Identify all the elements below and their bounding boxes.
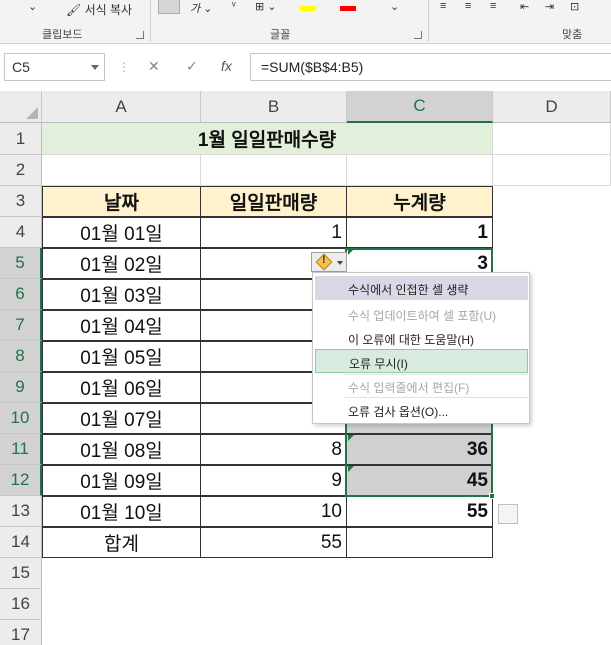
clipboard-launcher-icon[interactable]	[136, 31, 144, 39]
total-label-cell[interactable]: 합계	[42, 527, 201, 558]
phonetic-button[interactable]: ⌄	[390, 0, 399, 13]
cell-d2[interactable]	[493, 155, 611, 186]
select-all-corner[interactable]	[0, 91, 42, 123]
underline-button[interactable]: 가 ⌄	[190, 0, 212, 16]
row-header-7[interactable]: 7	[0, 310, 42, 341]
format-painter-button[interactable]: 🖌 서식 복사	[66, 1, 132, 18]
header-date[interactable]: 날짜	[42, 186, 201, 217]
cell-c14[interactable]	[346, 527, 493, 558]
menu-item-update-formula[interactable]: 수식 업데이트하여 셀 포함(U)	[315, 302, 528, 326]
date-cell[interactable]: 01월 01일	[42, 217, 201, 248]
sheet-title-cell[interactable]: 1월 일일판매수량	[42, 123, 493, 155]
group-label-font: 글꼴	[270, 29, 291, 41]
total-value-cell[interactable]: 55	[200, 527, 347, 558]
row-header-14[interactable]: 14	[0, 527, 42, 558]
group-label-clipboard: 클립보드	[42, 29, 83, 41]
name-box[interactable]: C5	[4, 53, 105, 81]
error-options-menu: 수식에서 인접한 셀 생략 수식 업데이트하여 셀 포함(U) 이 오류에 대한…	[312, 272, 530, 424]
more-icon: ⋮	[118, 60, 130, 74]
column-header-c[interactable]: C	[347, 91, 493, 123]
format-painter-label: 서식 복사	[84, 3, 133, 17]
daily-sales-cell[interactable]: 9	[200, 465, 347, 496]
row-header-3[interactable]: 3	[0, 186, 42, 217]
cell-b2[interactable]	[201, 155, 347, 186]
header-daily-sales[interactable]: 일일판매량	[200, 186, 347, 217]
cumulative-cell[interactable]: 1	[346, 217, 493, 248]
row-header-6[interactable]: 6	[0, 279, 42, 310]
date-cell[interactable]: 01월 02일	[42, 248, 201, 279]
quick-analysis-icon[interactable]	[498, 504, 518, 524]
italic-button[interactable]	[158, 0, 180, 14]
align-right-icon[interactable]: ≡	[490, 0, 496, 12]
menu-item-error-checking-options[interactable]: 오류 검사 옵션(O)...	[315, 398, 528, 422]
dropdown-chevron-icon[interactable]: ⌄	[28, 0, 37, 13]
daily-sales-cell[interactable]: 10	[200, 496, 347, 527]
font-color-button[interactable]	[340, 6, 356, 11]
column-header-d[interactable]: D	[493, 91, 611, 123]
group-label-alignment: 맞춤	[562, 29, 583, 41]
outdent-icon[interactable]: ⇥	[545, 0, 554, 13]
cancel-icon[interactable]: ✕	[148, 58, 160, 75]
border-button[interactable]: ⊞ ⌄	[255, 0, 277, 13]
error-options-button[interactable]: !	[311, 252, 347, 272]
date-cell[interactable]: 01월 07일	[42, 403, 201, 434]
cell-a2[interactable]	[42, 155, 201, 186]
formula-input[interactable]: =SUM($B$4:B5)	[250, 53, 611, 81]
row-header-5[interactable]: 5	[0, 248, 42, 279]
row-header-4[interactable]: 4	[0, 217, 42, 248]
header-cumulative[interactable]: 누계량	[346, 186, 493, 217]
row-header-9[interactable]: 9	[0, 372, 42, 403]
row-header-15[interactable]: 15	[0, 558, 42, 589]
daily-sales-cell[interactable]: 8	[200, 434, 347, 465]
date-cell[interactable]: 01월 04일	[42, 310, 201, 341]
menu-item-edit-in-formula-bar[interactable]: 수식 입력줄에서 편집(F)	[315, 374, 528, 398]
date-cell[interactable]: 01월 09일	[42, 465, 201, 496]
cell-d1[interactable]	[493, 123, 611, 155]
row-header-1[interactable]: 1	[0, 123, 42, 155]
row-header-12[interactable]: 12	[0, 465, 42, 496]
menu-item-omit-adjacent[interactable]: 수식에서 인접한 셀 생략	[315, 276, 528, 300]
date-cell[interactable]: 01월 08일	[42, 434, 201, 465]
column-header-a[interactable]: A	[42, 91, 201, 123]
indent-icon[interactable]: ⇤	[520, 0, 529, 13]
chevron-down-icon	[337, 261, 343, 265]
cumulative-cell[interactable]: 55	[346, 496, 493, 527]
cell-c2[interactable]	[347, 155, 493, 186]
font-launcher-icon[interactable]	[414, 31, 422, 39]
row-header-8[interactable]: 8	[0, 341, 42, 372]
row-header-16[interactable]: 16	[0, 589, 42, 620]
daily-sales-cell[interactable]: 1	[200, 217, 347, 248]
align-left-icon[interactable]: ≡	[440, 0, 446, 12]
wrap-text-icon[interactable]: ⊡	[570, 0, 579, 13]
name-box-value: C5	[12, 59, 30, 75]
fill-handle[interactable]	[489, 493, 495, 499]
exclamation-icon: !	[322, 254, 326, 266]
ribbon: ⌄ 🖌 서식 복사 가 ⌄ ᵛ ⊞ ⌄ ⌄ ≡ ≡ ≡ ⇤ ⇥ ⊡ 클립보드 글…	[0, 0, 611, 44]
row-header-11[interactable]: 11	[0, 434, 42, 465]
date-cell[interactable]: 01월 03일	[42, 279, 201, 310]
chevron-down-icon[interactable]	[91, 65, 99, 70]
menu-item-ignore-error[interactable]: 오류 무시(I)	[315, 349, 528, 373]
row-header-13[interactable]: 13	[0, 496, 42, 527]
date-cell[interactable]: 01월 05일	[42, 341, 201, 372]
menu-item-help[interactable]: 이 오류에 대한 도움말(H)	[315, 326, 528, 350]
row-header-10[interactable]: 10	[0, 403, 42, 434]
column-header-b[interactable]: B	[201, 91, 347, 123]
row-header-2[interactable]: 2	[0, 155, 42, 186]
row-header-17[interactable]: 17	[0, 620, 42, 645]
date-cell[interactable]: 01월 10일	[42, 496, 201, 527]
fill-color-button[interactable]	[300, 6, 316, 11]
date-cell[interactable]: 01월 06일	[42, 372, 201, 403]
enter-icon[interactable]: ✓	[186, 58, 198, 75]
font-size-decrease-button[interactable]: ᵛ	[232, 0, 236, 12]
align-center-icon[interactable]: ≡	[465, 0, 471, 12]
formula-text: =SUM($B$4:B5)	[261, 59, 364, 75]
insert-function-icon[interactable]: fx	[221, 58, 232, 74]
